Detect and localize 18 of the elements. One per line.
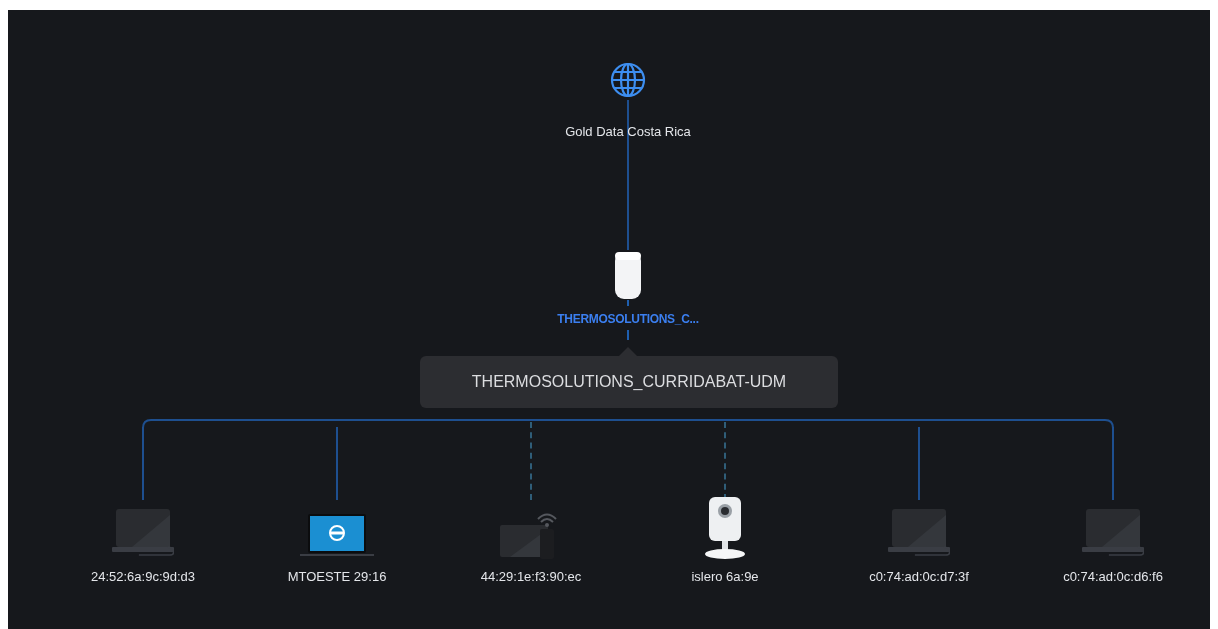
node-label: Gold Data Costa Rica <box>564 123 692 141</box>
device-label[interactable]: 24:52:6a:9c:9d:d3 <box>90 566 196 586</box>
camera-icon <box>703 496 747 559</box>
laptop-icon <box>112 506 174 559</box>
link-line <box>627 329 629 341</box>
link-line <box>627 299 629 307</box>
gateway-device-icon <box>614 251 642 300</box>
device-label[interactable]: islero 6a:9e <box>691 566 759 586</box>
device-label[interactable]: c0:74:ad:0c:d6:f6 <box>1063 566 1163 586</box>
laptop-icon <box>1082 506 1144 559</box>
laptop-icon <box>300 512 374 559</box>
device-label[interactable]: MTOESTE 29:16 <box>287 566 387 586</box>
device-label[interactable]: c0:74:ad:0c:d7:3f <box>869 566 969 586</box>
globe-icon <box>610 62 646 98</box>
device-label[interactable]: 44:29:1e:f3:90:ec <box>480 566 582 586</box>
tooltip: THERMOSOLUTIONS_CURRIDABAT-UDM <box>420 356 838 408</box>
node-label[interactable]: THERMOSOLUTIONS_C... <box>478 310 778 328</box>
laptop-icon <box>888 506 950 559</box>
